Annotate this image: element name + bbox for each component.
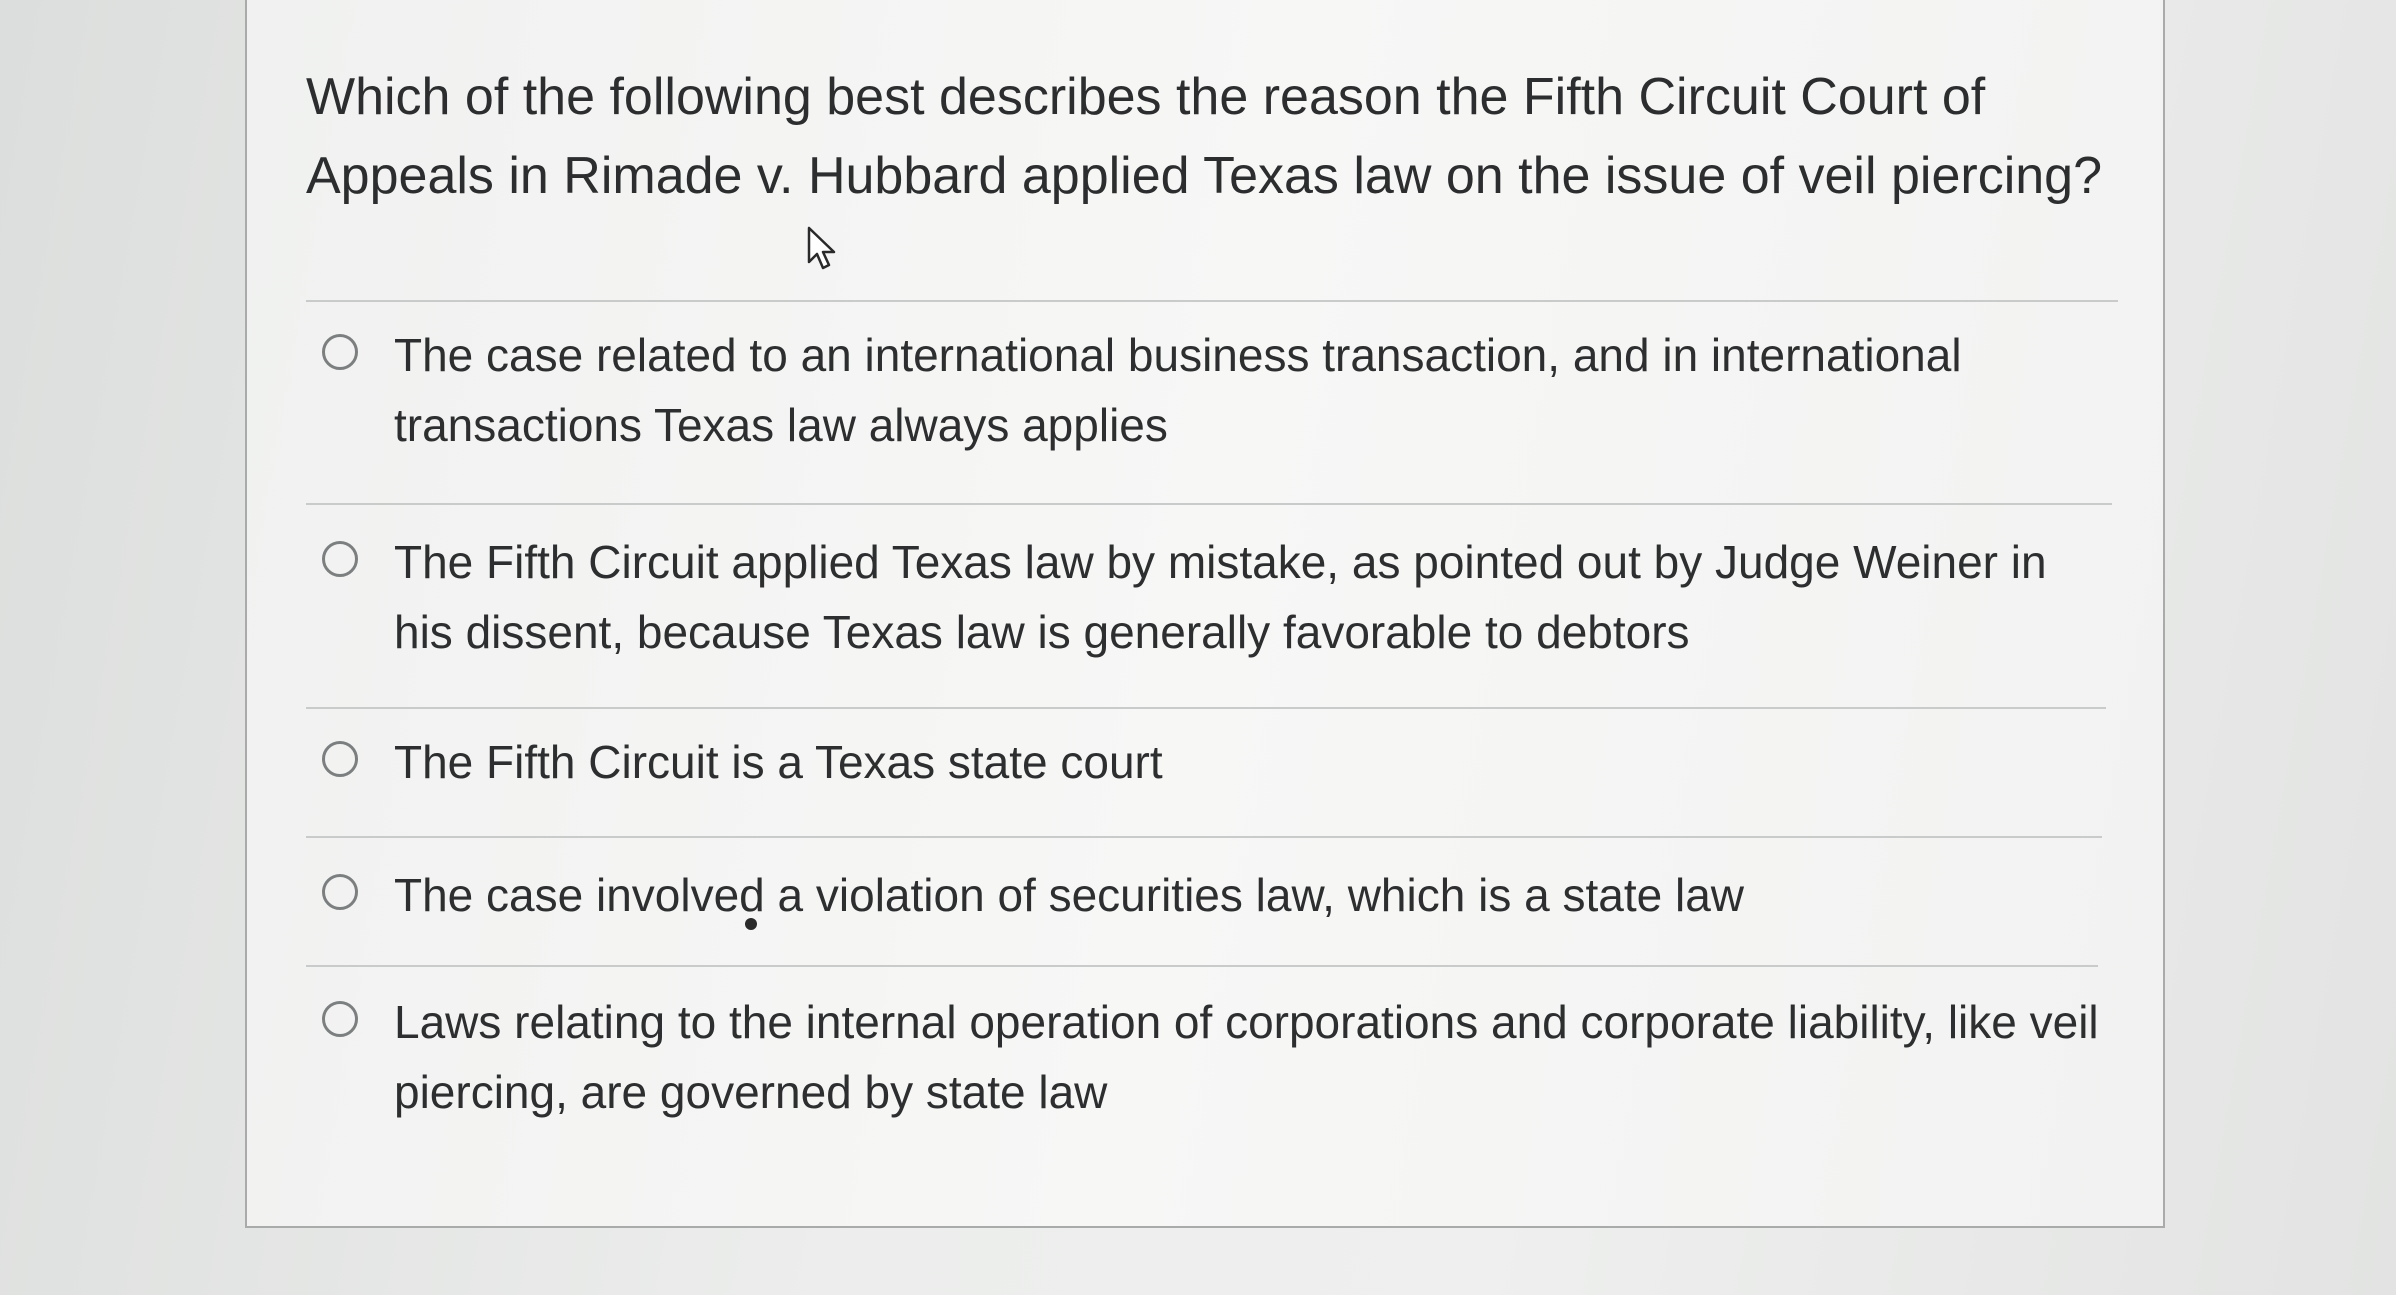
- question-text: Which of the following best describes th…: [306, 68, 2103, 205]
- stray-mark: [745, 918, 757, 930]
- answer-option-label: The case involved a violation of securit…: [394, 869, 1744, 921]
- radio-button[interactable]: [322, 874, 358, 910]
- radio-button[interactable]: [322, 541, 358, 577]
- answer-option-label: The case related to an international bus…: [394, 329, 1962, 451]
- radio-button[interactable]: [322, 1001, 358, 1037]
- answer-option-label: The Fifth Circuit is a Texas state court: [394, 736, 1163, 788]
- answer-option-label: The Fifth Circuit applied Texas law by m…: [394, 536, 2047, 658]
- radio-button[interactable]: [322, 741, 358, 777]
- divider: [306, 836, 2102, 838]
- divider: [306, 503, 2112, 505]
- divider: [306, 707, 2106, 709]
- answer-option-label: Laws relating to the internal operation …: [394, 996, 2099, 1118]
- radio-button[interactable]: [322, 334, 358, 370]
- divider: [306, 300, 2118, 302]
- divider: [306, 965, 2098, 967]
- pointer-arrow-icon: [807, 226, 836, 270]
